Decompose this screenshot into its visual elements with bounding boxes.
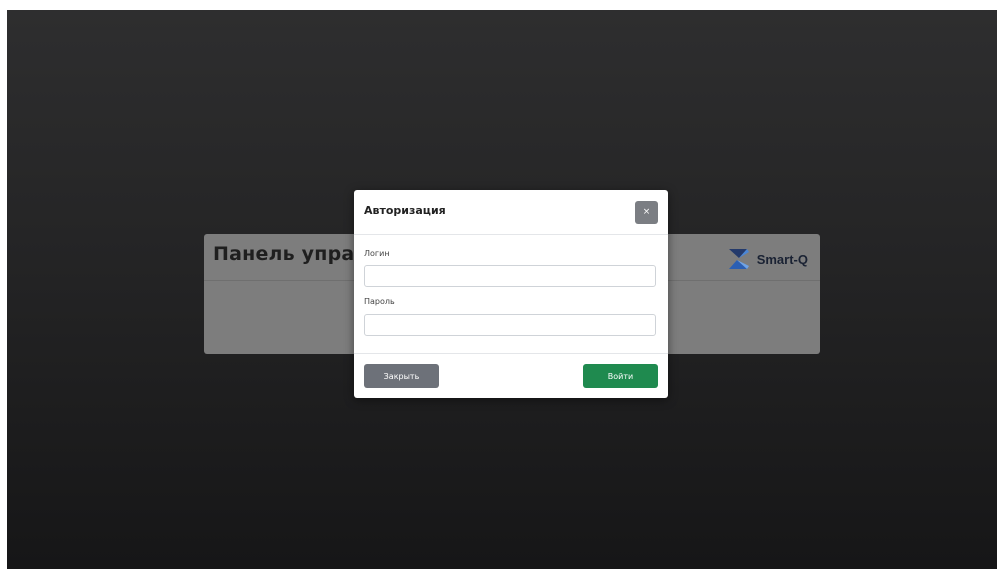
password-label: Пароль (364, 297, 395, 306)
login-button[interactable]: Войти (583, 364, 658, 388)
close-button[interactable]: Закрыть (364, 364, 439, 388)
modal-footer: Закрыть Войти (354, 354, 668, 399)
password-input[interactable] (364, 314, 656, 336)
login-label: Логин (364, 249, 390, 258)
brand-name: Smart-Q (756, 251, 808, 267)
login-input[interactable] (364, 265, 656, 287)
auth-modal: Авторизация × Логин Пароль Закрыть Войти (354, 190, 668, 398)
modal-header: Авторизация × (354, 190, 668, 235)
modal-body: Логин Пароль (354, 235, 668, 354)
modal-backdrop[interactable]: Панель управления Smart-Q Авторизация × … (7, 10, 997, 569)
brand-logo: Smart-Q (725, 245, 808, 273)
modal-title: Авторизация (364, 204, 446, 217)
hourglass-logo-icon (728, 249, 749, 269)
close-icon-button[interactable]: × (635, 201, 658, 224)
